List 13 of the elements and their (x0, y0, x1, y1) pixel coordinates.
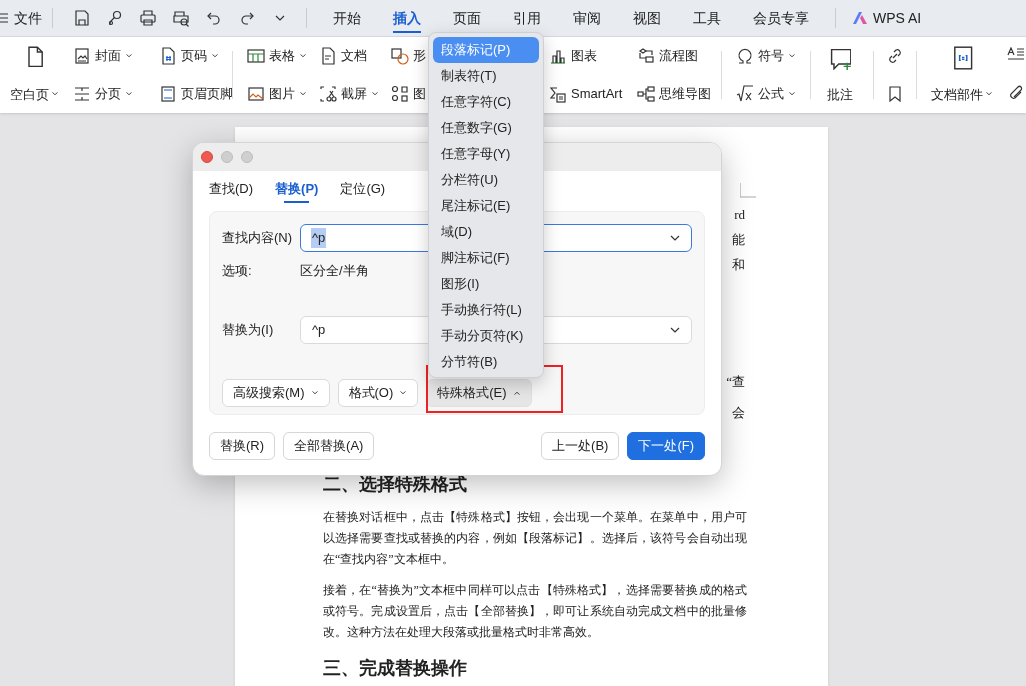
section-heading: 二、选择特殊格式 (323, 473, 468, 496)
text-line: “查 (726, 373, 745, 391)
text-line: rd (734, 206, 745, 224)
text-line: 能 (732, 231, 745, 249)
section-heading: 三、完成替换操作 (323, 657, 468, 680)
field-label: 替换为(I) (222, 321, 275, 340)
options-value: 区分全/半角 (300, 262, 369, 281)
options-label: 选项: (222, 262, 253, 281)
paragraph: 接着，在“替换为”文本框中同样可以点击【特殊格式】，选择需要替换成的格式或符号。完成设置后，点击【全部替换】，即可让系统自动完成文档中的批量修改。这种方法在处理大段落或批量格式时非常高效。 (323, 582, 747, 641)
text-line: 和 (732, 256, 745, 274)
field-label: 查找内容(N) (222, 229, 294, 248)
text-line: 会 (732, 404, 745, 422)
paragraph: 在替换对话框中，点击【特殊格式】按钮，会出现一个菜单。在菜单中，用户可以选择需要查找或替换的内容，例如【段落标记】。选择后，该符号会自动出现在“查找内容”文本框中。 (323, 509, 747, 568)
